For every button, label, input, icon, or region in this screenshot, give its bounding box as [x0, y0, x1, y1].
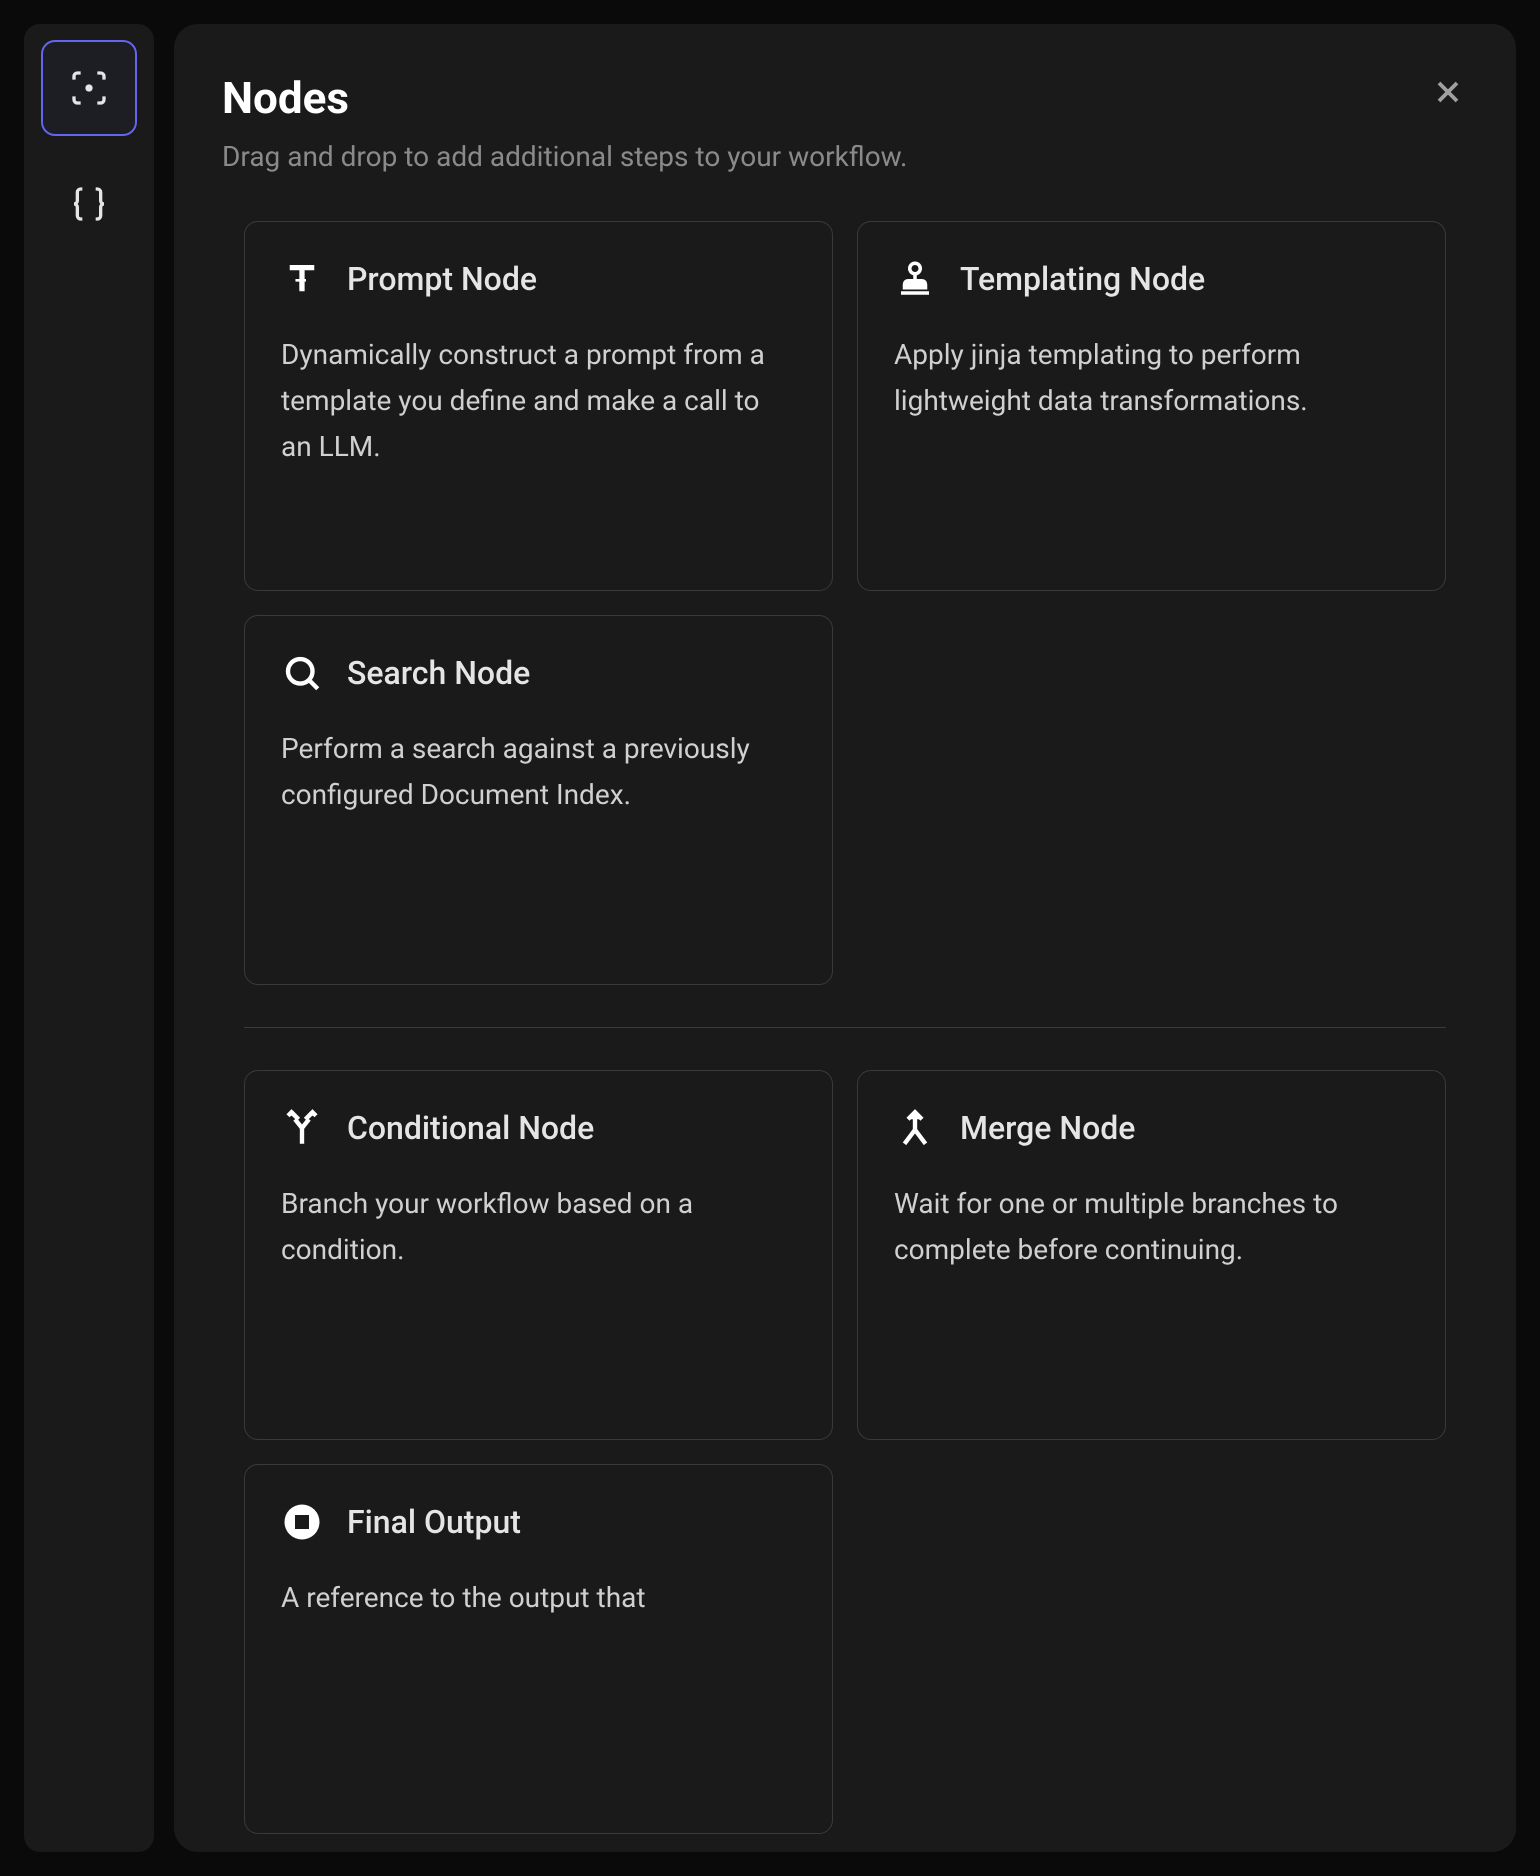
- node-title: Search Node: [347, 654, 530, 692]
- node-description: Perform a search against a previously co…: [281, 726, 796, 818]
- node-description: Dynamically construct a prompt from a te…: [281, 332, 796, 471]
- node-card-search[interactable]: Search Node Perform a search against a p…: [244, 615, 833, 985]
- node-card-merge[interactable]: Merge Node Wait for one or multiple bran…: [857, 1070, 1446, 1440]
- divider: [244, 1027, 1446, 1028]
- panel-title: Nodes: [222, 72, 1468, 124]
- panel-subtitle: Drag and drop to add additional steps to…: [222, 140, 1468, 173]
- node-title: Conditional Node: [347, 1109, 594, 1147]
- sidebar-item-focus[interactable]: [41, 40, 137, 136]
- node-description: Wait for one or multiple branches to com…: [894, 1181, 1409, 1273]
- node-description: A reference to the output that: [281, 1575, 796, 1621]
- merge-icon: [894, 1107, 936, 1149]
- stop-icon: [281, 1501, 323, 1543]
- sidebar: [24, 24, 154, 1852]
- node-description: Branch your workflow based on a conditio…: [281, 1181, 796, 1273]
- node-card-templating[interactable]: Templating Node Apply jinja templating t…: [857, 221, 1446, 591]
- focus-icon: [69, 68, 109, 108]
- braces-icon: [69, 184, 109, 224]
- text-icon: [281, 258, 323, 300]
- node-group-2: Conditional Node Branch your workflow ba…: [222, 1070, 1468, 1834]
- node-title: Prompt Node: [347, 260, 537, 298]
- close-button[interactable]: [1428, 72, 1468, 112]
- branch-icon: [281, 1107, 323, 1149]
- node-group-1: Prompt Node Dynamically construct a prom…: [222, 221, 1468, 985]
- node-card-conditional[interactable]: Conditional Node Branch your workflow ba…: [244, 1070, 833, 1440]
- node-card-final-output[interactable]: Final Output A reference to the output t…: [244, 1464, 833, 1834]
- node-title: Merge Node: [960, 1109, 1135, 1147]
- node-description: Apply jinja templating to perform lightw…: [894, 332, 1409, 424]
- node-title: Templating Node: [960, 260, 1205, 298]
- stamp-icon: [894, 258, 936, 300]
- nodes-panel: Nodes Drag and drop to add additional st…: [174, 24, 1516, 1852]
- close-icon: [1430, 74, 1466, 110]
- node-card-prompt[interactable]: Prompt Node Dynamically construct a prom…: [244, 221, 833, 591]
- node-title: Final Output: [347, 1503, 521, 1541]
- search-icon: [281, 652, 323, 694]
- sidebar-item-braces[interactable]: [41, 156, 137, 252]
